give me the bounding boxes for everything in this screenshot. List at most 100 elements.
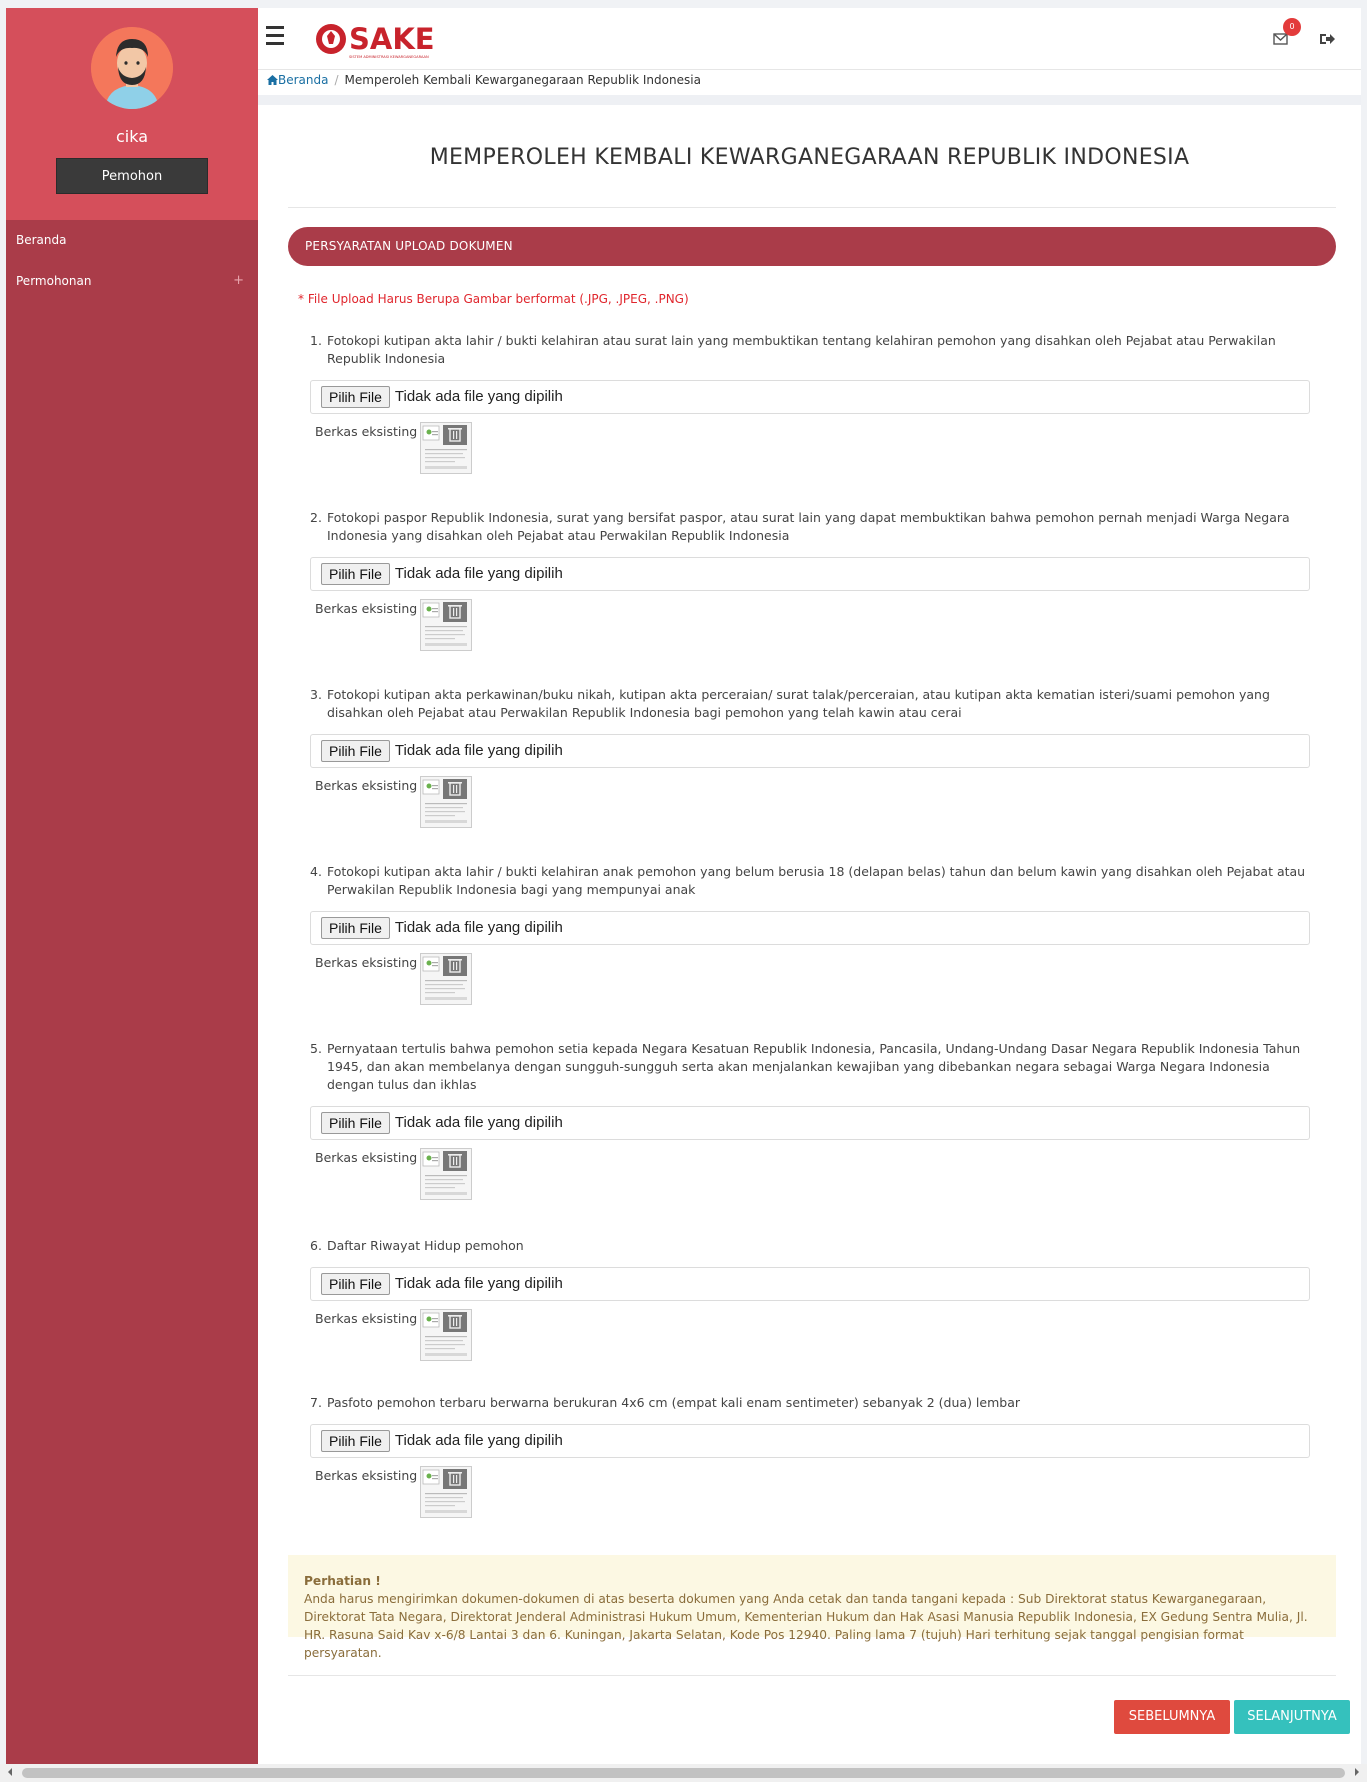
choose-file-button[interactable]: Pilih File — [321, 1273, 390, 1296]
existing-file: Berkas eksisting — [310, 953, 1310, 1005]
choose-file-button[interactable]: Pilih File — [321, 917, 390, 940]
breadcrumb-home-label: Beranda — [278, 73, 329, 87]
user-avatar-icon — [91, 27, 173, 109]
existing-file-label: Berkas eksisting — [315, 955, 418, 970]
breadcrumb-separator: / — [334, 73, 339, 87]
requirement-4: 4. Fotokopi kutipan akta lahir / bukti ke… — [310, 863, 1310, 1005]
requirement-text: Fotokopi kutipan akta lahir / bukti kela… — [327, 333, 1276, 366]
logout-icon[interactable] — [1318, 30, 1336, 48]
choose-file-button[interactable]: Pilih File — [321, 1430, 390, 1453]
requirement-number: 1. — [310, 333, 322, 348]
requirement-number: 3. — [310, 687, 322, 702]
home-icon — [267, 75, 278, 85]
existing-file: Berkas eksisting — [310, 1309, 1310, 1361]
file-status: Tidak ada file yang dipilih — [394, 565, 563, 582]
breadcrumb: Beranda / Memperoleh Kembali Kewarganegara… — [258, 71, 1361, 95]
existing-file-label: Berkas eksisting — [315, 778, 418, 793]
existing-file: Berkas eksisting — [310, 1148, 1310, 1200]
warning-body: Anda harus mengirimkan dokumen-dokumen d… — [304, 1592, 1308, 1660]
file-status: Tidak ada file yang dipilih — [394, 1114, 563, 1131]
horizontal-scrollbar[interactable] — [0, 1764, 1367, 1782]
file-input-1[interactable]: Pilih File Tidak ada file yang dipilih — [310, 380, 1310, 414]
requirement-text: Fotokopi kutipan akta perkawinan/buku ni… — [327, 687, 1270, 720]
logo-emblem-icon: SAKE SISTEM ADMINISTRASI KEWARGANEGARAAN — [316, 22, 435, 59]
file-input-5[interactable]: Pilih File Tidak ada file yang dipilih — [310, 1106, 1310, 1140]
file-status: Tidak ada file yang dipilih — [394, 742, 563, 759]
existing-file: Berkas eksisting — [310, 1466, 1310, 1518]
profile-panel: cika Pemohon — [6, 8, 258, 220]
scrollbar-thumb[interactable] — [22, 1768, 1345, 1778]
notification-badge[interactable]: 0 — [1283, 18, 1301, 36]
requirement-text: Pasfoto pemohon terbaru berwarna berukur… — [327, 1395, 1020, 1410]
existing-file-label: Berkas eksisting — [315, 424, 418, 439]
existing-file-label: Berkas eksisting — [315, 601, 418, 616]
profile-name: cika — [115, 127, 149, 146]
document-thumbnail-icon[interactable] — [420, 1309, 473, 1361]
choose-file-button[interactable]: Pilih File — [321, 1112, 390, 1135]
requirement-number: 7. — [310, 1395, 322, 1410]
sake-logo[interactable]: SAKE SISTEM ADMINISTRASI KEWARGANEGARAAN — [313, 18, 443, 62]
breadcrumb-current: Memperoleh Kembali Kewarganegaraan Repub… — [344, 73, 701, 87]
avatar — [91, 27, 173, 109]
document-thumbnail-icon[interactable] — [420, 953, 473, 1005]
sidebar-item-permohonan[interactable]: Permohonan + — [6, 261, 258, 301]
scroll-left-icon[interactable] — [8, 1768, 12, 1776]
choose-file-button[interactable]: Pilih File — [321, 563, 390, 586]
role-button[interactable]: Pemohon — [56, 158, 208, 194]
requirement-number: 5. — [310, 1041, 322, 1056]
requirement-3: 3. Fotokopi kutipan akta perkawinan/buku … — [310, 686, 1310, 828]
section-header: PERSYARATAN UPLOAD DOKUMEN — [288, 227, 1336, 266]
file-format-note: * File Upload Harus Berupa Gambar berfor… — [298, 292, 689, 306]
logo-text: SAKE — [349, 22, 435, 56]
next-button[interactable]: SELANJUTNYA — [1234, 1700, 1350, 1734]
file-input-4[interactable]: Pilih File Tidak ada file yang dipilih — [310, 911, 1310, 945]
file-input-3[interactable]: Pilih File Tidak ada file yang dipilih — [310, 734, 1310, 768]
existing-file-label: Berkas eksisting — [315, 1150, 418, 1165]
sidebar-item-beranda[interactable]: Beranda — [6, 220, 258, 260]
file-status: Tidak ada file yang dipilih — [394, 1275, 563, 1292]
file-status: Tidak ada file yang dipilih — [394, 919, 563, 936]
requirement-1: 1. Fotokopi kutipan akta lahir / bukti ke… — [310, 332, 1310, 474]
existing-file: Berkas eksisting — [310, 776, 1310, 828]
file-input-2[interactable]: Pilih File Tidak ada file yang dipilih — [310, 557, 1310, 591]
footer-divider — [288, 1675, 1336, 1676]
existing-file: Berkas eksisting — [310, 422, 1310, 474]
document-thumbnail-icon[interactable] — [420, 599, 473, 651]
choose-file-button[interactable]: Pilih File — [321, 740, 390, 763]
warning-title: Perhatian ! — [304, 1574, 381, 1588]
choose-file-button[interactable]: Pilih File — [321, 386, 390, 409]
page-title: MEMPEROLEH KEMBALI KEWARGANEGARAAN REPUB… — [429, 145, 1190, 170]
app-frame: cika Pemohon Beranda Permohonan + SAKE S… — [6, 8, 1361, 1772]
menu-icon[interactable] — [266, 26, 288, 46]
sidebar-item-label: Beranda — [16, 233, 67, 247]
document-thumbnail-icon[interactable] — [420, 422, 473, 474]
document-thumbnail-icon[interactable] — [420, 1466, 473, 1518]
document-thumbnail-icon[interactable] — [420, 776, 473, 828]
document-thumbnail-icon[interactable] — [420, 1148, 473, 1200]
existing-file-label: Berkas eksisting — [315, 1311, 418, 1326]
requirement-7: 7. Pasfoto pemohon terbaru berwarna beruk… — [310, 1394, 1310, 1518]
file-status: Tidak ada file yang dipilih — [394, 388, 563, 405]
scroll-right-icon[interactable] — [1355, 1768, 1359, 1776]
previous-button[interactable]: SEBELUMNYA — [1114, 1700, 1230, 1734]
title-divider — [288, 207, 1336, 208]
requirement-number: 6. — [310, 1238, 322, 1253]
requirement-6: 6. Daftar Riwayat Hidup pemohon Pilih Fil… — [310, 1237, 1310, 1361]
sidebar-item-label: Permohonan — [16, 274, 92, 288]
warning-alert: Perhatian ! Anda harus mengirimkan dokum… — [288, 1555, 1336, 1660]
sidebar: cika Pemohon Beranda Permohonan + — [6, 8, 258, 1772]
requirement-5: 5. Pernyataan tertulis bahwa pemohon seti… — [310, 1040, 1310, 1200]
requirement-text: Fotokopi kutipan akta lahir / bukti kela… — [327, 864, 1306, 897]
requirement-2: 2. Fotokopi paspor Republik Indonesia, su… — [310, 509, 1310, 651]
requirement-text: Fotokopi paspor Republik Indonesia, sura… — [327, 510, 1290, 543]
existing-file: Berkas eksisting — [310, 599, 1310, 651]
file-status: Tidak ada file yang dipilih — [394, 1432, 563, 1449]
top-header: SAKE SISTEM ADMINISTRASI KEWARGANEGARAAN… — [258, 8, 1361, 70]
requirement-text: Pernyataan tertulis bahwa pemohon setia … — [327, 1041, 1301, 1092]
requirement-number: 4. — [310, 864, 322, 879]
requirement-number: 2. — [310, 510, 322, 525]
expand-plus-icon[interactable]: + — [233, 261, 244, 301]
file-input-6[interactable]: Pilih File Tidak ada file yang dipilih — [310, 1267, 1310, 1301]
file-input-7[interactable]: Pilih File Tidak ada file yang dipilih — [310, 1424, 1310, 1458]
breadcrumb-home[interactable]: Beranda — [267, 73, 328, 87]
